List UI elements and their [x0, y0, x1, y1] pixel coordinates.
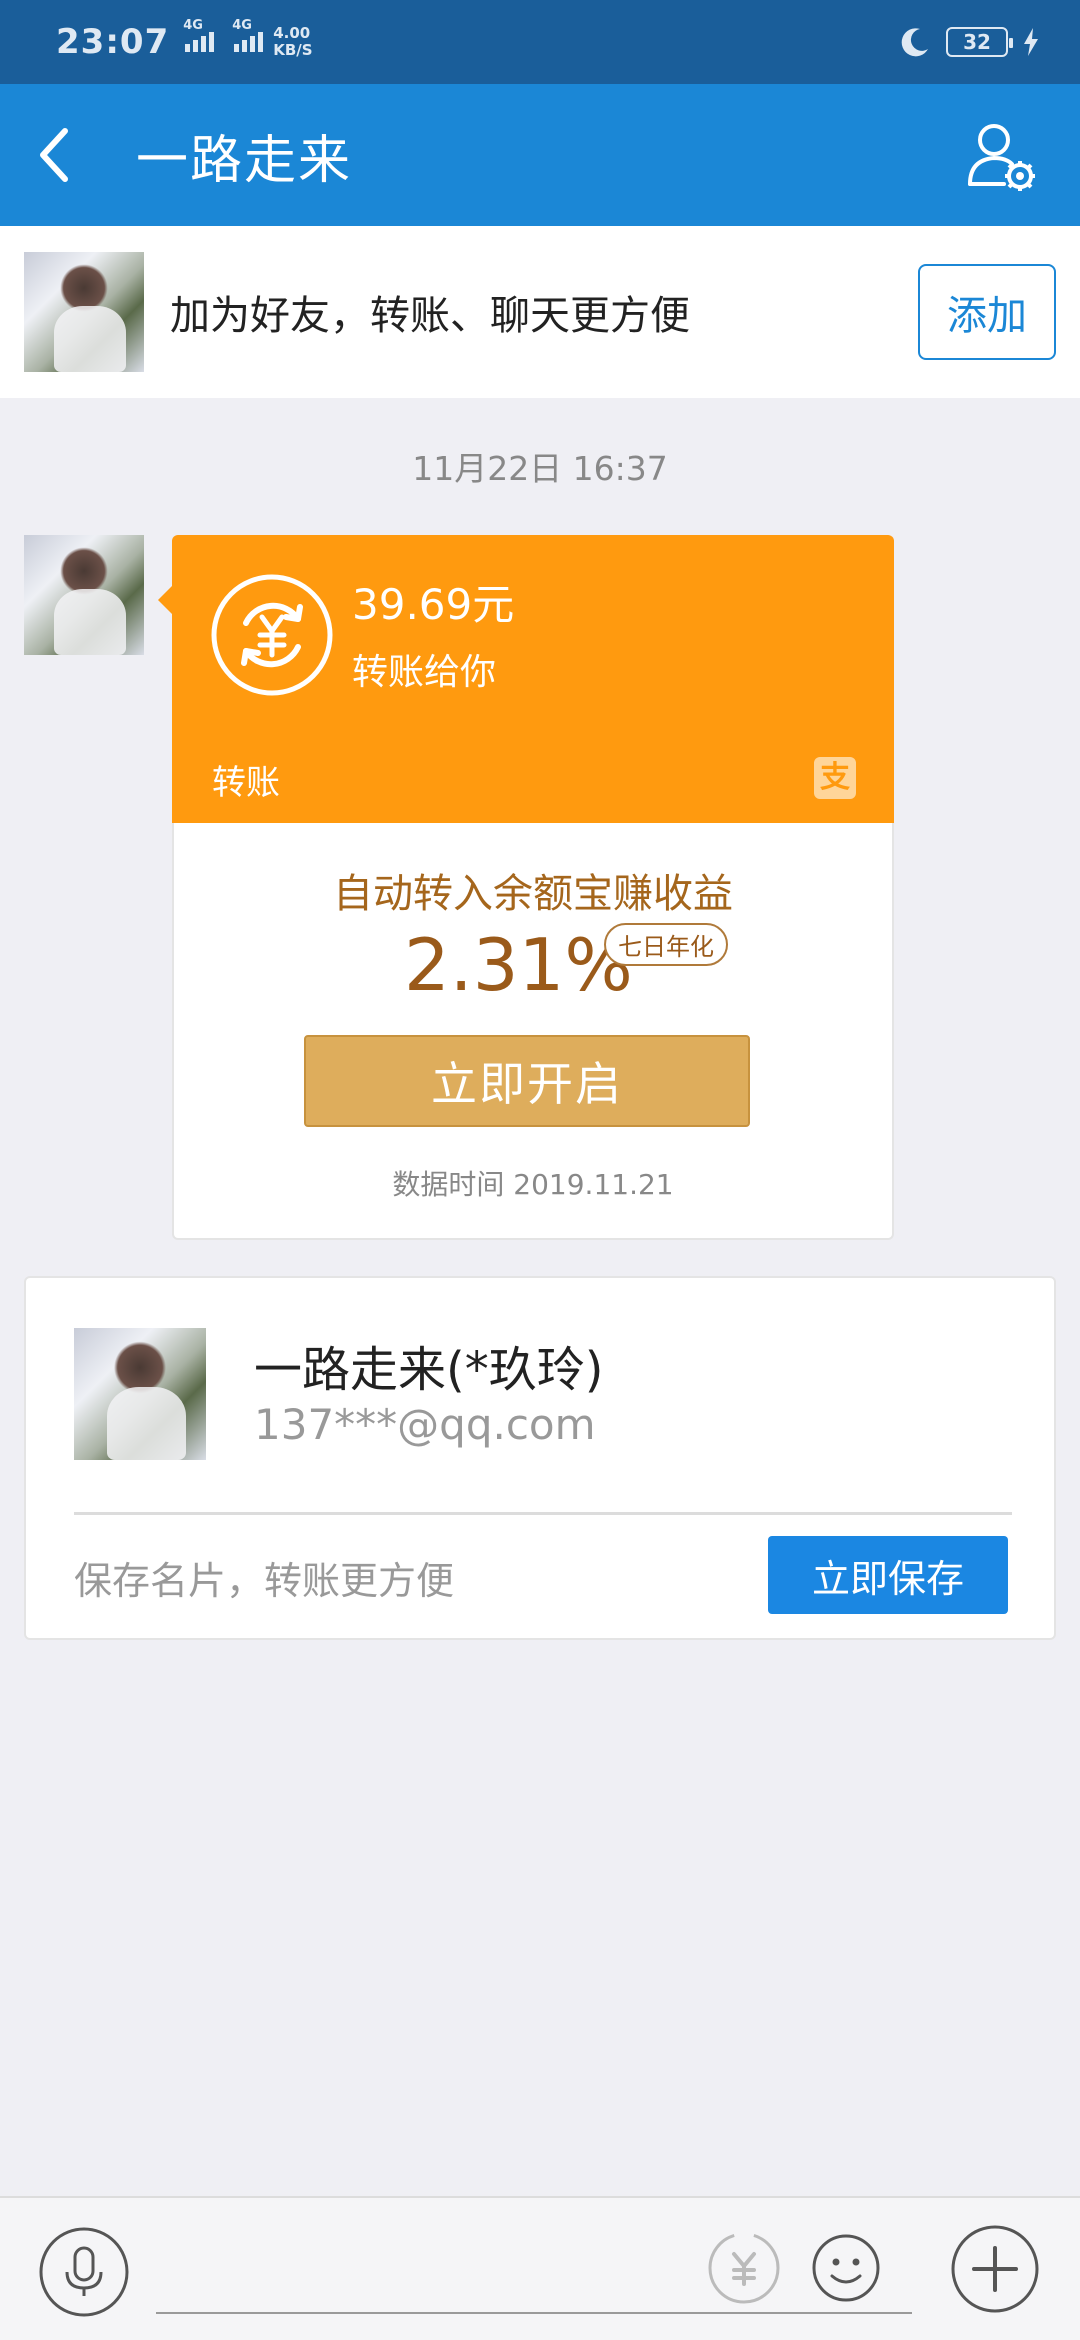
page-title: 一路走来 — [136, 130, 353, 191]
microphone-icon[interactable] — [38, 2226, 130, 2318]
avatar — [24, 252, 144, 372]
charging-icon — [1024, 28, 1038, 56]
battery-icon: 32 — [946, 27, 1013, 57]
save-hint: 保存名片，转账更方便 — [74, 1559, 455, 1603]
alipay-icon: 支 — [814, 757, 856, 799]
network-speed: 4.00 KB/S — [273, 24, 313, 59]
transfer-description: 转账给你 — [352, 652, 497, 693]
sender-avatar[interactable] — [24, 535, 144, 655]
status-bar: 23:07 4G 4G 4.00 KB/S 32 — [0, 0, 1080, 84]
transfer-header[interactable]: 39.69元 转账给你 转账 支 — [158, 535, 894, 823]
signal-2-icon: 4G — [232, 18, 264, 52]
status-right: 32 — [898, 25, 1040, 59]
contact-account: 137***@qq.com — [254, 1400, 596, 1449]
transfer-message[interactable]: 39.69元 转账给你 转账 支 自动转入余额宝赚收益 2.31% 七日年化 立… — [158, 535, 894, 1240]
save-contact-button[interactable]: 立即保存 — [768, 1536, 1008, 1614]
add-friend-text: 加为好友，转账、聊天更方便 — [170, 293, 690, 339]
title-bar: 一路走来 — [0, 84, 1080, 226]
moon-icon — [901, 28, 928, 57]
promo-rate: 2.31% — [404, 923, 633, 1007]
divider — [74, 1512, 1012, 1515]
contact-card[interactable]: 一路走来(*玖玲) 137***@qq.com 保存名片，转账更方便 立即保存 — [24, 1276, 1056, 1640]
plus-icon[interactable] — [950, 2224, 1040, 2314]
transfer-type-label: 转账 — [212, 763, 280, 803]
promo-title: 自动转入余额宝赚收益 — [333, 871, 733, 917]
rate-badge: 七日年化 — [604, 923, 728, 966]
add-friend-banner: 加为好友，转账、聊天更方便 添加 — [0, 226, 1080, 398]
signal-indicators: 4G 4G — [183, 18, 264, 52]
signal-1-icon: 4G — [183, 18, 215, 52]
smiley-icon[interactable] — [810, 2232, 882, 2304]
chat-screen: 23:07 4G 4G 4.00 KB/S 32 一路走来 加为好友，转账、聊天… — [0, 0, 1080, 2340]
status-time: 23:07 — [56, 22, 170, 62]
yuebao-promo: 自动转入余额宝赚收益 2.31% 七日年化 立即开启 数据时间 2019.11.… — [172, 823, 894, 1240]
bubble-tail — [158, 585, 173, 615]
add-friend-button[interactable]: 添加 — [918, 264, 1056, 360]
yuan-transfer-icon — [211, 574, 333, 696]
input-bar — [0, 2196, 1080, 2340]
message-timestamp: 11月22日 16:37 — [412, 449, 668, 488]
user-settings-icon[interactable] — [964, 118, 1040, 194]
message-input[interactable] — [156, 2218, 912, 2314]
contact-name: 一路走来(*玖玲) — [254, 1342, 604, 1398]
contact-avatar — [74, 1328, 206, 1460]
transfer-amount: 39.69元 — [352, 580, 515, 629]
data-time: 数据时间 2019.11.21 — [392, 1168, 674, 1201]
chevron-left-icon — [40, 128, 68, 182]
yuan-transfer-icon[interactable] — [706, 2230, 782, 2306]
enable-now-button[interactable]: 立即开启 — [304, 1035, 750, 1127]
back-button[interactable] — [0, 84, 110, 226]
